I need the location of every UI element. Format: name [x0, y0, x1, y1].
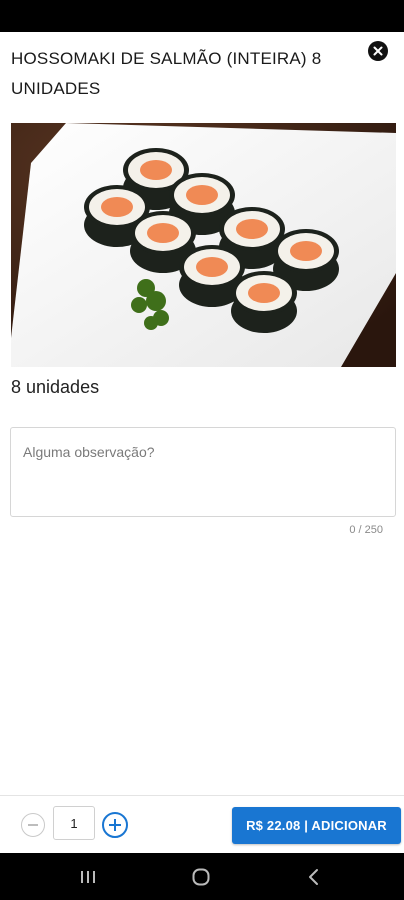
increase-quantity-button[interactable] — [102, 812, 128, 838]
recents-button[interactable] — [68, 865, 108, 889]
quantity-value[interactable]: 1 — [53, 806, 95, 840]
navigation-bar — [0, 853, 404, 900]
character-counter: 0 / 250 — [349, 524, 383, 536]
product-image — [11, 123, 396, 367]
observation-input[interactable] — [11, 428, 395, 516]
minus-icon — [28, 824, 38, 826]
status-bar — [0, 0, 404, 32]
add-to-cart-button[interactable]: R$ 22.08 | ADICIONAR — [232, 807, 401, 844]
home-icon — [192, 868, 210, 886]
close-icon — [373, 46, 383, 56]
recents-icon — [81, 871, 95, 883]
observation-field[interactable] — [10, 427, 396, 517]
product-subtitle: 8 unidades — [11, 377, 100, 397]
header: HOSSOMAKI DE SALMÃO (INTEIRA) 8 UNIDADES — [0, 32, 404, 112]
back-button[interactable] — [294, 865, 334, 889]
decrease-quantity-button[interactable] — [21, 813, 45, 837]
back-icon — [309, 869, 318, 885]
close-button[interactable] — [368, 41, 388, 61]
home-button[interactable] — [181, 865, 221, 889]
product-title: HOSSOMAKI DE SALMÃO (INTEIRA) 8 UNIDADES — [11, 49, 322, 98]
footer-bar: 1 R$ 22.08 | ADICIONAR — [0, 795, 404, 853]
